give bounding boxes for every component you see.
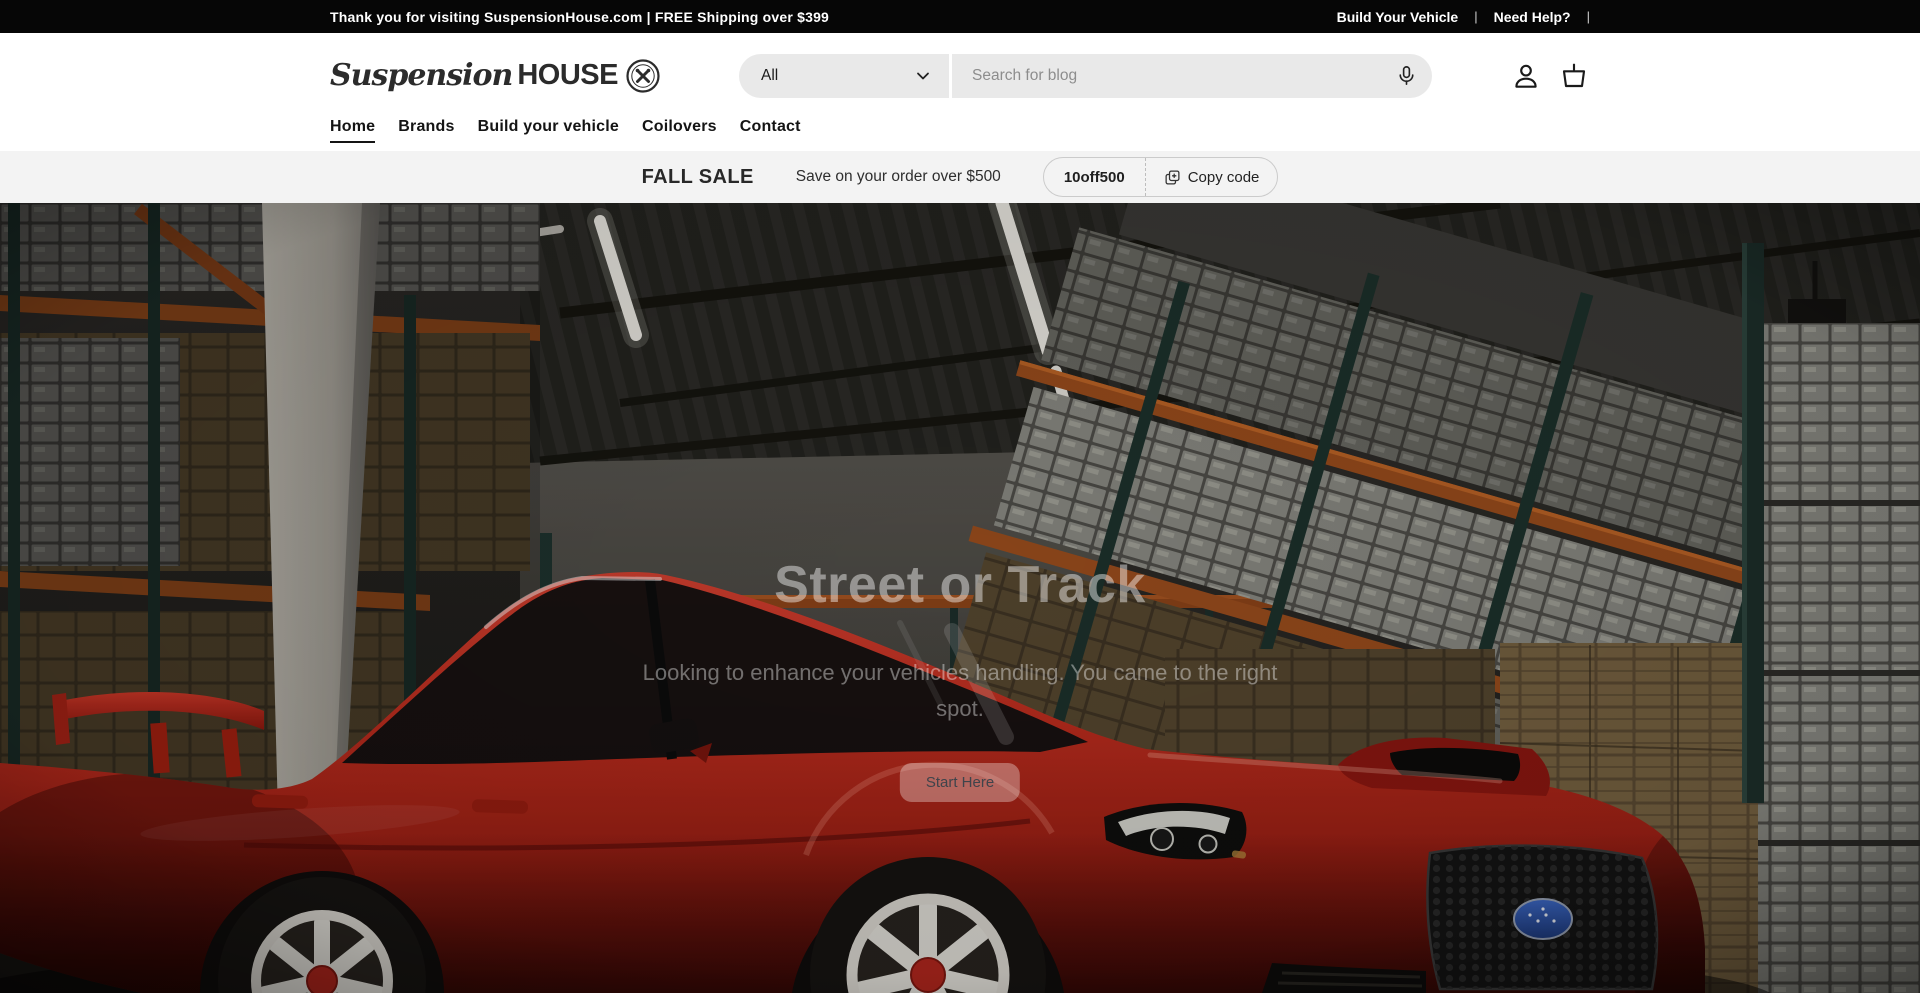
start-here-button[interactable]: Start Here — [900, 763, 1020, 802]
build-your-vehicle-link[interactable]: Build Your Vehicle — [1337, 9, 1459, 25]
search-category-value: All — [761, 67, 778, 85]
promo-title: FALL SALE — [642, 166, 754, 189]
copy-icon — [1164, 169, 1181, 186]
search-input[interactable] — [972, 67, 1395, 85]
header-icons — [1510, 60, 1590, 92]
main-nav: Home Brands Build your vehicle Coilovers… — [330, 118, 1590, 151]
hero-banner: Street or Track Looking to enhance your … — [0, 203, 1920, 993]
nav-item-brands[interactable]: Brands — [398, 118, 454, 141]
nav-item-coilovers[interactable]: Coilovers — [642, 118, 717, 141]
need-help-link[interactable]: Need Help? — [1494, 9, 1571, 25]
user-icon — [1510, 60, 1542, 92]
search-bar: All — [739, 54, 1432, 98]
cart-button[interactable] — [1558, 60, 1590, 92]
promo-code-pill: 10off500 Copy code — [1043, 157, 1279, 197]
microphone-icon — [1395, 64, 1418, 87]
top-bar: Thank you for visiting SuspensionHouse.c… — [0, 0, 1920, 33]
copy-code-label: Copy code — [1188, 169, 1260, 186]
basket-icon — [1558, 60, 1590, 92]
logo[interactable]: Suspension HOUSE — [330, 58, 661, 94]
nav-item-home[interactable]: Home — [330, 118, 375, 143]
crossed-tools-badge-icon — [625, 58, 661, 94]
nav-item-build-your-vehicle[interactable]: Build your vehicle — [478, 118, 619, 141]
voice-search-button[interactable] — [1395, 64, 1418, 87]
nav-item-contact[interactable]: Contact — [740, 118, 801, 141]
chevron-down-icon — [915, 68, 931, 84]
separator: | — [1474, 9, 1477, 24]
promo-bar: FALL SALE Save on your order over $500 1… — [0, 151, 1920, 203]
search-field — [952, 54, 1432, 98]
logo-script-text: Suspension — [330, 58, 512, 93]
page: Thank you for visiting SuspensionHouse.c… — [0, 0, 1920, 993]
account-button[interactable] — [1510, 60, 1542, 92]
search-category-dropdown[interactable]: All — [739, 54, 949, 98]
shipping-message: Thank you for visiting SuspensionHouse.c… — [330, 9, 829, 25]
top-bar-links: Build Your Vehicle | Need Help? | — [1337, 9, 1590, 25]
separator: | — [1587, 9, 1590, 24]
header: Suspension HOUSE — [0, 33, 1920, 118]
logo-bold-text: HOUSE — [517, 59, 618, 92]
copy-code-button[interactable]: Copy code — [1146, 158, 1278, 196]
hero-subtitle: Looking to enhance your vehicles handlin… — [640, 655, 1280, 726]
promo-code: 10off500 — [1044, 158, 1145, 196]
hero-title: Street or Track — [0, 555, 1920, 615]
promo-message: Save on your order over $500 — [796, 168, 1001, 186]
